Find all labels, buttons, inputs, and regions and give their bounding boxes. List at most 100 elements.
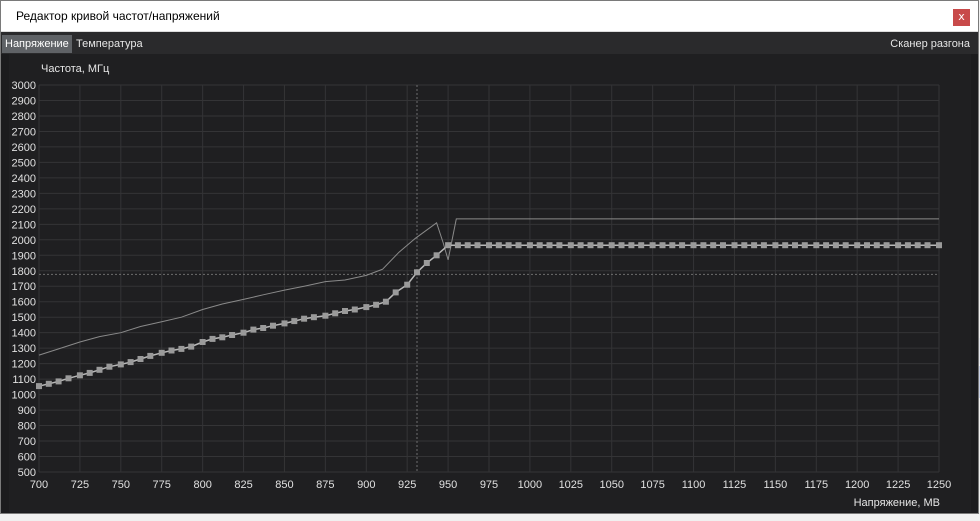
- title-bar[interactable]: Редактор кривой частот/напряжений x: [1, 1, 978, 32]
- curve-point[interactable]: [76, 372, 83, 379]
- curve-point[interactable]: [495, 242, 502, 249]
- curve-point[interactable]: [587, 242, 594, 249]
- curve-point[interactable]: [638, 242, 645, 249]
- curve-point[interactable]: [792, 242, 798, 249]
- curve-point[interactable]: [404, 281, 411, 288]
- curve-point[interactable]: [250, 326, 257, 333]
- curve-point[interactable]: [342, 308, 348, 314]
- curve-point[interactable]: [45, 380, 52, 387]
- curve-point[interactable]: [782, 242, 789, 249]
- curve-point[interactable]: [363, 304, 370, 311]
- curve-point[interactable]: [515, 242, 522, 249]
- curve-point[interactable]: [659, 242, 666, 249]
- vf-curve-chart[interactable]: 3000 2900 2800 2700 2600 2500 2400 2300 2200 2100…: [9, 54, 971, 512]
- curve-point[interactable]: [36, 383, 42, 390]
- curve-point[interactable]: [556, 242, 563, 249]
- y-tick-label: 2800: [12, 111, 36, 123]
- curve-point[interactable]: [373, 301, 380, 308]
- curve-point[interactable]: [474, 242, 481, 249]
- curve-point[interactable]: [904, 242, 911, 249]
- curve-point[interactable]: [486, 242, 492, 249]
- curve-point[interactable]: [147, 352, 154, 359]
- curve-point[interactable]: [690, 242, 697, 249]
- curve-point[interactable]: [608, 242, 615, 249]
- curve-point[interactable]: [106, 363, 113, 370]
- tab-temperature[interactable]: Температура: [73, 35, 146, 53]
- curve-point[interactable]: [392, 289, 399, 296]
- curve-point[interactable]: [219, 334, 226, 341]
- curve-point[interactable]: [813, 242, 820, 249]
- curve-point[interactable]: [270, 322, 276, 329]
- curve-point[interactable]: [864, 242, 870, 249]
- curve-point[interactable]: [168, 347, 175, 354]
- curve-point[interactable]: [414, 269, 420, 276]
- curve-point[interactable]: [873, 242, 880, 249]
- curve-point[interactable]: [832, 242, 839, 249]
- curve-point[interactable]: [883, 242, 890, 249]
- curve-point[interactable]: [322, 312, 329, 319]
- curve-point[interactable]: [731, 242, 738, 249]
- curve-point[interactable]: [679, 242, 686, 249]
- y-tick-label: 1300: [12, 343, 36, 355]
- curve-point[interactable]: [823, 242, 830, 249]
- curve-point[interactable]: [229, 332, 236, 338]
- curve-point[interactable]: [936, 242, 942, 249]
- curve-point[interactable]: [895, 242, 902, 249]
- curve-point[interactable]: [281, 320, 288, 327]
- curve-point[interactable]: [618, 242, 625, 249]
- curve-point[interactable]: [649, 242, 656, 249]
- curve-point[interactable]: [597, 242, 604, 249]
- curve-point[interactable]: [209, 335, 216, 342]
- tab-voltage[interactable]: Напряжение: [2, 35, 72, 53]
- curve-point[interactable]: [854, 242, 861, 249]
- curve-point[interactable]: [546, 242, 553, 249]
- curve-point[interactable]: [382, 298, 389, 305]
- curve-point[interactable]: [914, 242, 921, 249]
- curve-point[interactable]: [577, 242, 584, 249]
- curve-point[interactable]: [332, 310, 339, 317]
- window-title: Редактор кривой частот/напряжений: [16, 9, 220, 23]
- curve-point[interactable]: [351, 306, 358, 313]
- curve-point[interactable]: [96, 366, 103, 373]
- curve-point[interactable]: [445, 242, 452, 249]
- curve-point[interactable]: [842, 242, 849, 249]
- curve-point[interactable]: [199, 339, 206, 345]
- curve-point[interactable]: [117, 361, 124, 368]
- curve-point[interactable]: [464, 242, 471, 249]
- curve-point[interactable]: [526, 242, 533, 249]
- curve-point[interactable]: [700, 242, 707, 249]
- curve-point[interactable]: [260, 325, 267, 331]
- curve-point[interactable]: [291, 318, 298, 325]
- curve-point[interactable]: [505, 242, 512, 249]
- curve-point[interactable]: [127, 359, 134, 366]
- curve-point[interactable]: [536, 242, 543, 249]
- curve-point[interactable]: [310, 314, 317, 321]
- curve-point[interactable]: [772, 242, 779, 249]
- curve-point[interactable]: [240, 329, 247, 336]
- curve-point[interactable]: [433, 252, 440, 259]
- curve-point[interactable]: [710, 242, 717, 249]
- curve-point[interactable]: [760, 242, 767, 249]
- curve-point[interactable]: [55, 378, 62, 385]
- curve-point[interactable]: [720, 242, 726, 249]
- curve-point[interactable]: [801, 242, 808, 249]
- curve-point[interactable]: [567, 242, 574, 249]
- curve-point[interactable]: [924, 242, 931, 249]
- curve-point[interactable]: [137, 356, 144, 362]
- chart-area[interactable]: 3000 2900 2800 2700 2600 2500 2400 2300 2200 2100…: [9, 54, 971, 512]
- oc-scanner-link[interactable]: Сканер разгона: [890, 35, 970, 53]
- curve-point[interactable]: [188, 343, 195, 350]
- curve-point[interactable]: [178, 345, 185, 352]
- curve-point[interactable]: [751, 242, 758, 249]
- curve-point[interactable]: [65, 375, 72, 382]
- close-button[interactable]: x: [953, 9, 970, 26]
- curve-point[interactable]: [158, 349, 165, 356]
- curve-point[interactable]: [628, 242, 635, 249]
- curve-point[interactable]: [423, 260, 430, 266]
- curve-point[interactable]: [741, 242, 748, 249]
- curve-point[interactable]: [86, 369, 93, 376]
- curve-point[interactable]: [301, 315, 308, 322]
- curve-point[interactable]: [669, 242, 676, 249]
- curve-point[interactable]: [454, 242, 461, 249]
- y-tick-label: 2600: [12, 142, 36, 154]
